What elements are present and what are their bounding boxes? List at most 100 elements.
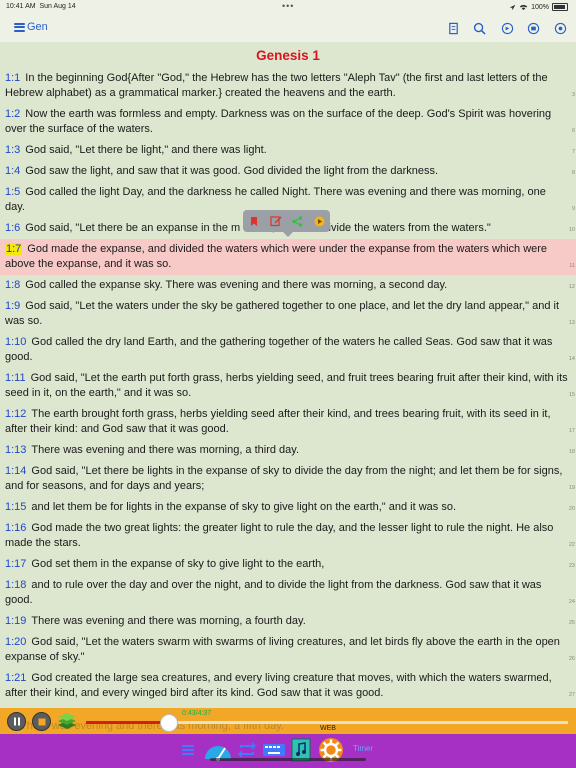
verse-row[interactable]: 1:8 God called the expanse sky. There was… — [0, 275, 576, 296]
verse-page-number: 9 — [571, 206, 575, 212]
verse-text: There was evening and there was morning,… — [31, 615, 306, 627]
verse-text: God said, "Let the earth put forth grass… — [5, 372, 568, 399]
verse-number[interactable]: 1:16 — [5, 522, 26, 534]
repeat-icon[interactable] — [237, 740, 257, 760]
verse-number[interactable]: 1:11 — [5, 372, 26, 384]
verse-row[interactable]: 1:9 God said, "Let the waters under the s… — [0, 296, 576, 332]
verse-row[interactable]: 1:1 In the beginning God{After "God," the… — [0, 68, 576, 104]
verse-row[interactable]: 1:20 God said, "Let the waters swarm with… — [0, 632, 576, 668]
status-time-date: 10:41 AM Sun Aug 14 — [6, 3, 76, 10]
time-label: 0:43/4:37 — [182, 710, 212, 717]
verse-page-number: 14 — [568, 356, 575, 362]
verse-number[interactable]: 1:6 — [5, 222, 20, 234]
verse-number[interactable]: 1:14 — [5, 465, 26, 477]
verse-row[interactable]: 1:14 God said, "Let there be lights in th… — [0, 461, 576, 497]
play-verse-button[interactable] — [312, 214, 326, 228]
verse-number[interactable]: 1:3 — [5, 144, 20, 156]
verse-row[interactable]: 1:2 Now the earth was formless and empty.… — [0, 104, 576, 140]
verse-number[interactable]: 1:20 — [5, 636, 26, 648]
verse-row[interactable]: 1:11 God said, "Let the earth put forth g… — [0, 368, 576, 404]
book-nav-button[interactable]: Gen — [14, 21, 48, 33]
pause-button[interactable] — [7, 712, 26, 731]
verse-row[interactable]: 1:19 There was evening and there was morn… — [0, 611, 576, 632]
verse-page-number: 22 — [568, 542, 575, 548]
verse-text: Now the earth was formless and empty. Da… — [5, 108, 552, 135]
verse-text: There was evening and there was morning,… — [31, 444, 300, 456]
verse-row[interactable]: 1:17 God set them in the expanse of sky t… — [0, 554, 576, 575]
search-icon[interactable] — [473, 22, 486, 35]
verse-number[interactable]: 1:7 — [5, 243, 23, 255]
verse-row[interactable]: 1:16 God made the two great lights: the g… — [0, 518, 576, 554]
verse-page-number: 7 — [571, 149, 575, 155]
verse-text: God said, "Let there be light," and ther… — [25, 144, 267, 156]
verse-row[interactable]: 1:4 God saw the light, and saw that it wa… — [0, 161, 576, 182]
verse-page-number: 3 — [571, 92, 575, 98]
verse-text: God saw the light, and saw that it was g… — [25, 165, 439, 177]
note-edit-button[interactable] — [269, 214, 283, 228]
multitask-dots-icon[interactable]: ••• — [282, 1, 294, 11]
share-icon — [292, 215, 302, 227]
location-icon — [509, 4, 516, 10]
verse-text: God made the two great lights: the great… — [5, 522, 554, 549]
verse-number[interactable]: 1:21 — [5, 672, 26, 684]
bookmark-button[interactable] — [247, 214, 261, 228]
list-icon[interactable] — [180, 740, 196, 760]
verse-text: God said, "Let the waters under the sky … — [5, 300, 560, 327]
verse-number[interactable]: 1:17 — [5, 558, 26, 570]
verse-page-number: 8 — [571, 170, 575, 176]
verse-text: God said, "Let there be lights in the ex… — [5, 465, 563, 492]
verse-number[interactable]: 1:10 — [5, 336, 26, 348]
verse-number[interactable]: 1:13 — [5, 444, 26, 456]
verse-page-number: 11 — [569, 263, 575, 269]
edit-icon — [270, 216, 282, 227]
settings-icon[interactable] — [554, 22, 567, 35]
wifi-icon — [519, 4, 528, 10]
scripture-view[interactable]: Genesis 1 1:1 In the beginning God{After … — [0, 42, 576, 708]
verse-text: and let them be for lights in the expans… — [31, 501, 457, 513]
seek-track[interactable] — [86, 721, 568, 724]
verse-number[interactable]: 1:1 — [5, 72, 20, 84]
verse-number[interactable]: 1:9 — [5, 300, 20, 312]
previous-chapter-icon[interactable] — [501, 22, 514, 35]
verse-number[interactable]: 1:18 — [5, 579, 26, 591]
stop-button[interactable] — [32, 712, 51, 731]
verse-row[interactable]: 1:3 God said, "Let there be light," and t… — [0, 140, 576, 161]
verse-row[interactable]: 1:12 The earth brought forth grass, herbs… — [0, 404, 576, 440]
verse-page-number: 27 — [568, 692, 575, 698]
verse-number[interactable]: 1:2 — [5, 108, 20, 120]
verse-row[interactable]: 1:18 and to rule over the day and over th… — [0, 575, 576, 611]
verse-number[interactable]: 1:8 — [5, 279, 20, 291]
verse-number[interactable]: 1:12 — [5, 408, 26, 420]
verse-row[interactable]: 1:7 God made the expanse, and divided the… — [0, 239, 576, 275]
battery-icon — [552, 3, 568, 11]
verse-number[interactable]: 1:19 — [5, 615, 26, 627]
verse-text: God called the light Day, and the darkne… — [5, 186, 546, 213]
verse-number[interactable]: 1:15 — [5, 501, 26, 513]
share-button[interactable] — [290, 214, 304, 228]
verse-row[interactable]: 1:15 and let them be for lights in the ex… — [0, 497, 576, 518]
verse-row[interactable]: 1:21 God created the large sea creatures,… — [0, 668, 576, 704]
book-label: Gen — [27, 21, 48, 33]
verse-row[interactable]: 1:13 There was evening and there was morn… — [0, 440, 576, 461]
layers-icon[interactable] — [56, 711, 78, 731]
chapter-title: Genesis 1 — [256, 48, 320, 63]
web-label: WEB — [320, 725, 336, 732]
verse-row[interactable]: 1:10 God called the dry land Earth, and t… — [0, 332, 576, 368]
audio-player-bar: There was evening and there was morning,… — [0, 708, 576, 734]
verse-text: God set them in the expanse of sky to gi… — [31, 558, 325, 570]
keyboard-icon[interactable] — [262, 740, 286, 760]
seek-progress — [86, 721, 168, 724]
verse-text: In the beginning God{After "God," the He… — [5, 72, 548, 99]
battery-percent: 100% — [531, 3, 549, 11]
verse-number[interactable]: 1:5 — [5, 186, 20, 198]
verse-page-number: 19 — [568, 485, 575, 491]
next-chapter-icon[interactable] — [527, 22, 540, 35]
verse-page-number: 23 — [568, 563, 575, 569]
seek-thumb[interactable] — [159, 714, 178, 732]
bookmark-list-icon[interactable] — [447, 22, 460, 35]
timer-button[interactable]: Timer — [353, 744, 373, 753]
verse-action-popup — [243, 210, 330, 237]
verse-page-number: 15 — [568, 392, 575, 398]
verse-list: 1:1 In the beginning God{After "God," the… — [0, 68, 576, 708]
verse-number[interactable]: 1:4 — [5, 165, 20, 177]
